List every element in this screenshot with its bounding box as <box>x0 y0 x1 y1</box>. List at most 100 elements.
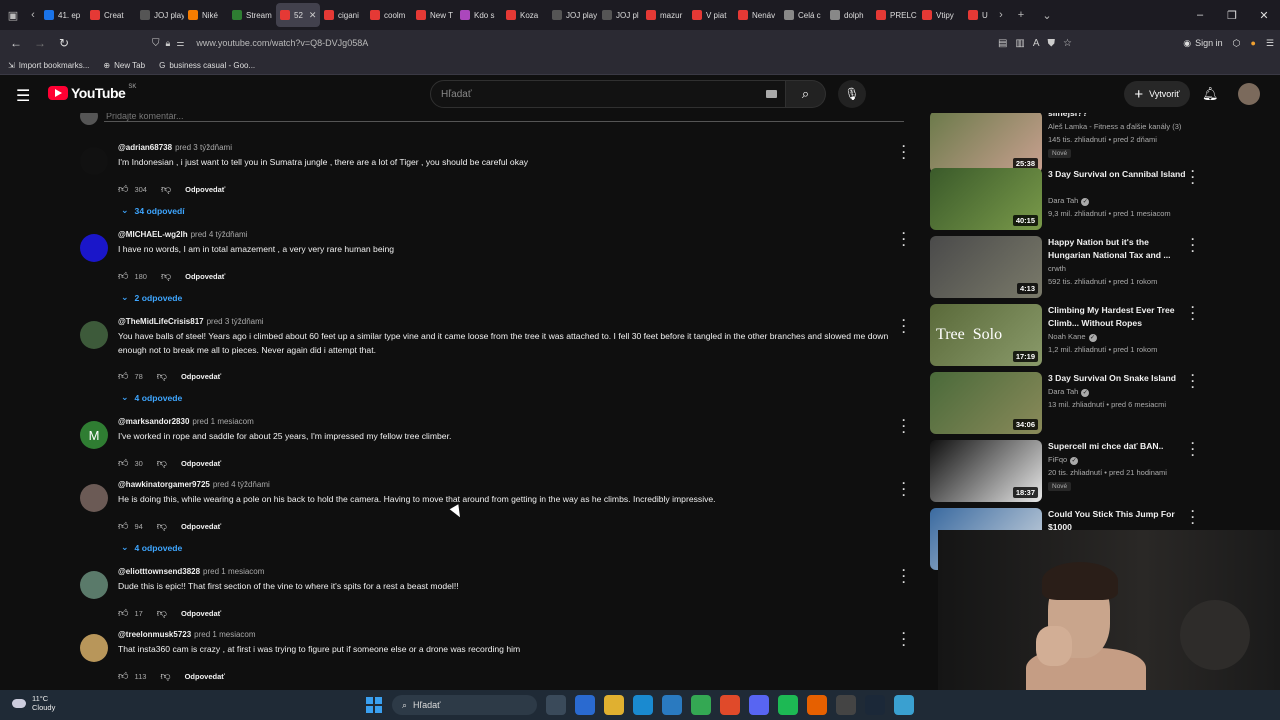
comment-avatar[interactable] <box>80 571 108 599</box>
browser-tab[interactable]: Vtipy <box>918 3 964 27</box>
browser-tab[interactable]: Koza <box>502 3 548 27</box>
edge-icon[interactable] <box>633 695 653 715</box>
picture-icon[interactable]: ▤ <box>998 38 1007 49</box>
bookmark-import[interactable]: ⇲ Import bookmarks... <box>8 61 89 70</box>
reply-button[interactable]: Odpovedať <box>181 372 221 381</box>
notepad-icon[interactable] <box>894 695 914 715</box>
reply-button[interactable]: Odpovedať <box>185 185 225 194</box>
comment-avatar[interactable] <box>80 321 108 349</box>
steam-icon[interactable] <box>865 695 885 715</box>
tab-overflow-icon[interactable]: ⌄ <box>1034 0 1060 30</box>
channel-name[interactable]: FiFqo ✓ <box>1048 455 1079 465</box>
scroll-left-icon[interactable]: ‹ <box>26 0 40 30</box>
reply-button[interactable]: Odpovedať <box>181 522 221 531</box>
spotify-icon[interactable] <box>778 695 798 715</box>
lock-icon[interactable]: 🔒︎ <box>166 38 171 49</box>
like-icon[interactable]: 👍︎ <box>118 607 128 619</box>
extensions-icon[interactable]: ⬡ <box>1233 38 1241 49</box>
comment-avatar[interactable] <box>80 234 108 262</box>
recommended-video[interactable]: 18:37 Supercell mi chce dať BAN.. FiFqo ✓ 20… <box>930 437 1280 502</box>
view-replies-button[interactable]: ⌄ 34 odpovedí <box>121 205 185 216</box>
browser-tab[interactable]: Kdo s <box>456 3 502 27</box>
comment-more-icon[interactable]: · · · <box>900 414 908 438</box>
comment-author[interactable]: @MICHAEL-wg2lh <box>118 230 188 239</box>
forward-icon[interactable]: → <box>28 31 52 55</box>
browser-tab[interactable]: 52 ✕ <box>276 3 320 27</box>
dislike-icon[interactable]: 👎︎ <box>160 670 170 682</box>
tab-close-icon[interactable]: ✕ <box>309 10 317 21</box>
browser-tab[interactable]: JOJ pl <box>598 3 642 27</box>
recommended-video[interactable]: 34:06 3 Day Survival On Snake Island Dara … <box>930 369 1280 434</box>
browser-tab[interactable]: Celá c <box>780 3 826 27</box>
comment-author[interactable]: @marksandor2830 <box>118 417 189 426</box>
like-icon[interactable]: 👍︎ <box>118 670 128 682</box>
video-thumbnail[interactable]: 4:13 <box>930 236 1042 298</box>
app-blue-icon[interactable] <box>662 695 682 715</box>
weather-widget[interactable]: 11°C Cloudy <box>12 694 55 712</box>
browser-tab[interactable]: Nenáv <box>734 3 780 27</box>
add-comment-row[interactable]: Pridajte komentár... <box>80 113 184 125</box>
user-avatar[interactable] <box>1238 83 1260 105</box>
video-more-icon[interactable]: · · · <box>1188 233 1198 257</box>
sign-in-button[interactable]: ◉ Sign in <box>1183 38 1222 49</box>
shield-ext-icon[interactable]: ⛊ <box>1048 38 1056 49</box>
search-input[interactable]: Hľadať <box>430 80 786 108</box>
bookmark-google[interactable]: Gbusiness casual - Goo... <box>159 61 255 70</box>
comment-author[interactable]: @treelonmusk5723 <box>118 630 191 639</box>
comment-author[interactable]: @TheMidLifeCrisis817 <box>118 317 204 326</box>
recommended-video[interactable]: 25:38 silnejší?? Aleš Lamka - Fitness a ďa… <box>930 113 1280 173</box>
menu-icon[interactable]: ☰ <box>1266 38 1274 49</box>
profile-ext-icon[interactable]: ● <box>1250 38 1255 48</box>
store-icon[interactable] <box>575 695 595 715</box>
video-thumbnail[interactable]: 40:15 <box>930 168 1042 230</box>
video-title[interactable]: 3 Day Survival On Snake Island <box>1048 372 1188 385</box>
comment-avatar[interactable] <box>80 484 108 512</box>
video-thumbnail[interactable]: 34:06 <box>930 372 1042 434</box>
browser-tab[interactable]: Niké <box>184 3 228 27</box>
new-tab-icon[interactable]: + <box>1008 0 1034 30</box>
comment-more-icon[interactable]: · · · <box>900 140 908 164</box>
dislike-icon[interactable]: 👎︎ <box>157 370 167 382</box>
url-text[interactable]: www.youtube.com/watch?v=Q8-DVJg058A <box>196 38 368 48</box>
channel-name[interactable]: Dara Tah ✓ <box>1048 196 1090 206</box>
dislike-icon[interactable]: 👎︎ <box>157 520 167 532</box>
browser-tab[interactable]: dolph <box>826 3 872 27</box>
translate-icon[interactable]: A <box>1033 38 1040 49</box>
tab-list-icon[interactable]: ▣ <box>0 0 26 30</box>
video-title[interactable]: Climbing My Hardest Ever Tree Climb... W… <box>1048 304 1188 330</box>
browser-tab[interactable]: JOJ play <box>548 3 598 27</box>
browser-tab[interactable]: PRELC <box>872 3 918 27</box>
recommended-video[interactable]: 40:15 3 Day Survival on Cannibal Island Da… <box>930 165 1280 230</box>
channel-name[interactable]: Dara Tah ✓ <box>1048 387 1090 397</box>
view-replies-button[interactable]: ⌄ 2 odpovede <box>121 292 182 303</box>
video-more-icon[interactable]: · · · <box>1188 369 1198 393</box>
discord-icon[interactable] <box>749 695 769 715</box>
like-icon[interactable]: 👍︎ <box>118 270 128 282</box>
voice-search-button[interactable]: 🎙︎ <box>838 80 866 108</box>
comment-timestamp[interactable]: pred 1 mesiacom <box>192 417 253 426</box>
comment-more-icon[interactable]: · · · <box>900 314 908 338</box>
video-more-icon[interactable]: · · · <box>1188 301 1198 325</box>
obs-icon[interactable] <box>836 695 856 715</box>
comment-timestamp[interactable]: pred 1 mesiacom <box>203 567 264 576</box>
brave-icon[interactable] <box>720 695 740 715</box>
dislike-icon[interactable]: 👎︎ <box>161 270 171 282</box>
comment-avatar[interactable] <box>80 147 108 175</box>
reply-button[interactable]: Odpovedať <box>185 672 225 681</box>
create-button[interactable]: + Vytvoriť <box>1124 81 1190 107</box>
reply-button[interactable]: Odpovedať <box>181 459 221 468</box>
comment-timestamp[interactable]: pred 1 mesiacom <box>194 630 255 639</box>
reply-button[interactable]: Odpovedať <box>181 609 221 618</box>
channel-name[interactable]: crwth <box>1048 264 1066 273</box>
comment-more-icon[interactable]: · · · <box>900 227 908 251</box>
dislike-icon[interactable]: 👎︎ <box>157 457 167 469</box>
browser-tab[interactable]: cigani <box>320 3 366 27</box>
reload-icon[interactable]: ↻ <box>52 31 76 55</box>
comment-timestamp[interactable]: pred 3 týždňami <box>175 143 232 152</box>
comment-author[interactable]: @hawkinatorgamer9725 <box>118 480 210 489</box>
keyboard-icon[interactable] <box>766 90 777 98</box>
comment-avatar[interactable]: M <box>80 421 108 449</box>
file-explorer-icon[interactable] <box>604 695 624 715</box>
video-thumbnail[interactable]: 18:37 <box>930 440 1042 502</box>
firefox-icon[interactable] <box>807 695 827 715</box>
